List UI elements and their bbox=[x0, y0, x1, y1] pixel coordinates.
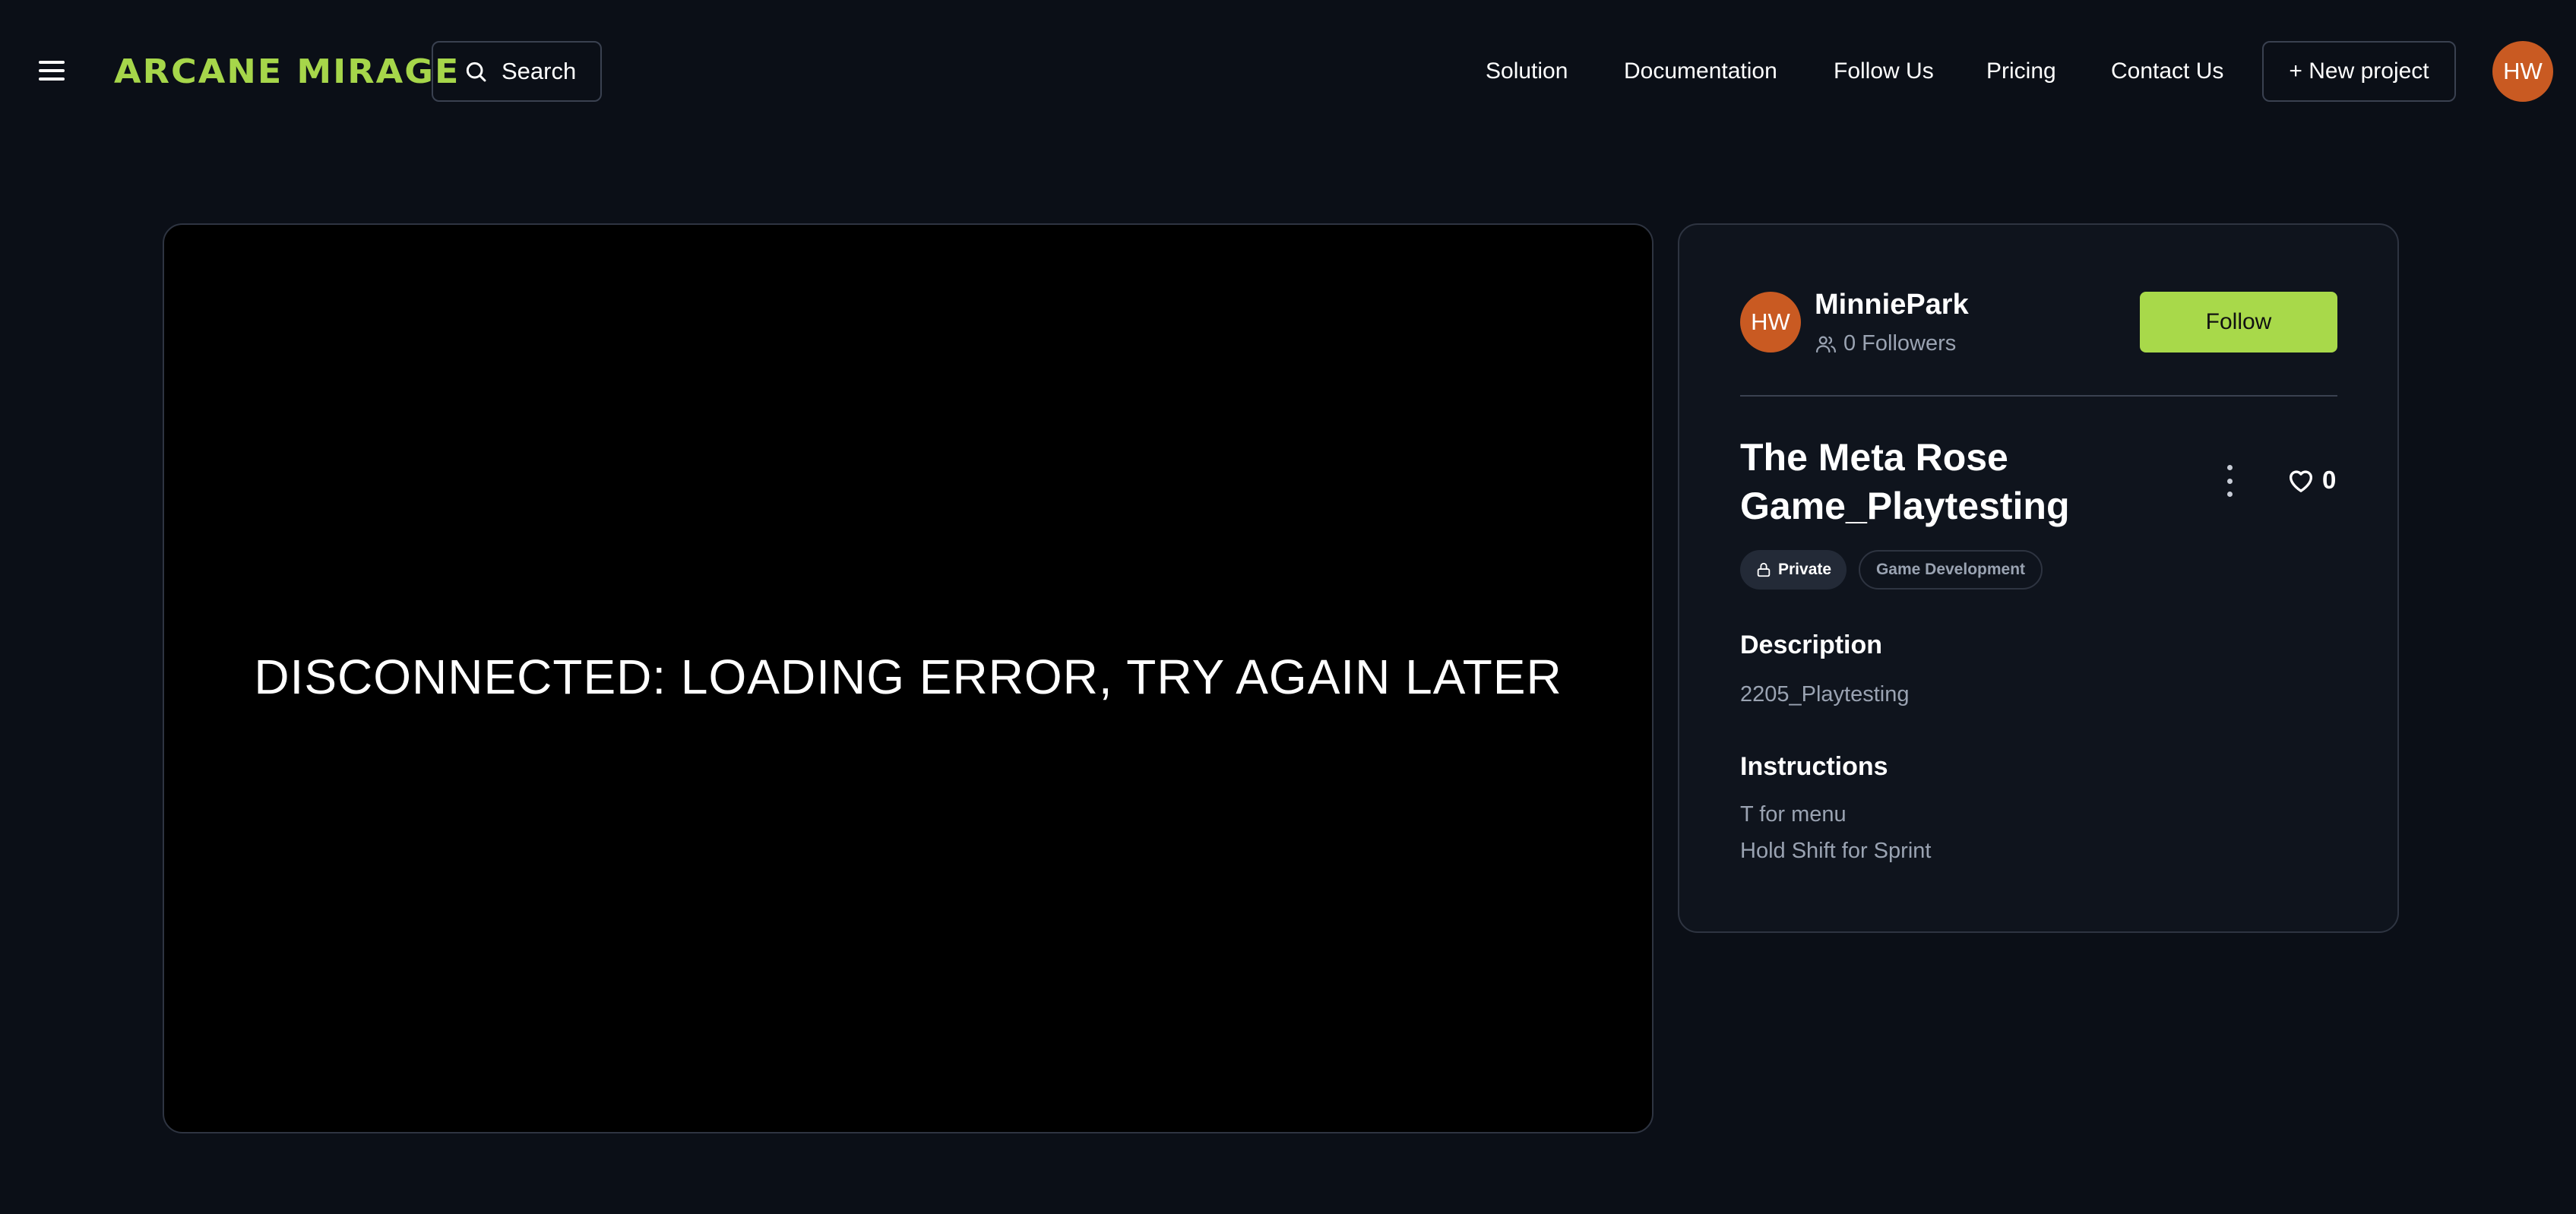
search-button[interactable]: Search bbox=[432, 41, 602, 102]
category-tag[interactable]: Game Development bbox=[1859, 550, 2043, 590]
visibility-badge: Private bbox=[1740, 550, 1847, 590]
description-heading: Description bbox=[1740, 631, 1883, 659]
description-text: 2205_Playtesting bbox=[1740, 682, 1910, 707]
owner-followers: 0 Followers bbox=[1815, 331, 1956, 356]
nav-solution[interactable]: Solution bbox=[1486, 41, 1568, 102]
instructions-text: T for menu Hold Shift for Sprint bbox=[1740, 796, 1931, 869]
like-button[interactable]: 0 bbox=[2286, 463, 2336, 497]
user-avatar[interactable]: HW bbox=[2492, 41, 2553, 102]
visibility-label: Private bbox=[1778, 561, 1832, 578]
top-header: ARCANE MIRAGE Search Solution Documentat… bbox=[0, 0, 2576, 143]
panel-divider bbox=[1740, 395, 2337, 397]
instructions-heading: Instructions bbox=[1740, 752, 1888, 781]
follow-button[interactable]: Follow bbox=[2140, 292, 2337, 353]
owner-avatar[interactable]: HW bbox=[1740, 292, 1801, 353]
nav-pricing[interactable]: Pricing bbox=[1986, 41, 2056, 102]
nav-contact-us[interactable]: Contact Us bbox=[2111, 41, 2223, 102]
instruction-line: T for menu bbox=[1740, 802, 1847, 827]
instruction-line: Hold Shift for Sprint bbox=[1740, 839, 1932, 863]
heart-icon bbox=[2289, 470, 2313, 492]
search-icon bbox=[466, 62, 486, 82]
users-icon bbox=[1816, 336, 1836, 353]
project-title-line-1: The Meta Rose bbox=[1740, 436, 2008, 479]
nav-documentation[interactable]: Documentation bbox=[1624, 41, 1777, 102]
project-info-panel: HW MinniePark 0 Followers Follow The Met… bbox=[1678, 223, 2399, 933]
more-options-icon[interactable] bbox=[2220, 465, 2239, 497]
arcane-mirage-logo[interactable]: ARCANE MIRAGE bbox=[114, 49, 460, 95]
owner-name[interactable]: MinniePark bbox=[1815, 289, 1969, 321]
like-count: 0 bbox=[2322, 466, 2337, 494]
search-label: Search bbox=[502, 58, 577, 84]
project-title: The Meta Rose Game_Playtesting bbox=[1740, 433, 2166, 530]
followers-count: 0 Followers bbox=[1843, 331, 1957, 356]
connection-error-message: DISCONNECTED: LOADING ERROR, TRY AGAIN L… bbox=[254, 650, 1562, 704]
new-project-button[interactable]: + New project bbox=[2262, 41, 2456, 102]
game-viewport[interactable]: DISCONNECTED: LOADING ERROR, TRY AGAIN L… bbox=[163, 223, 1654, 1133]
nav-follow-us[interactable]: Follow Us bbox=[1834, 41, 1934, 102]
lock-icon bbox=[1757, 562, 1771, 577]
hamburger-menu-icon[interactable] bbox=[36, 58, 67, 84]
project-title-line-2: Game_Playtesting bbox=[1740, 485, 2070, 527]
